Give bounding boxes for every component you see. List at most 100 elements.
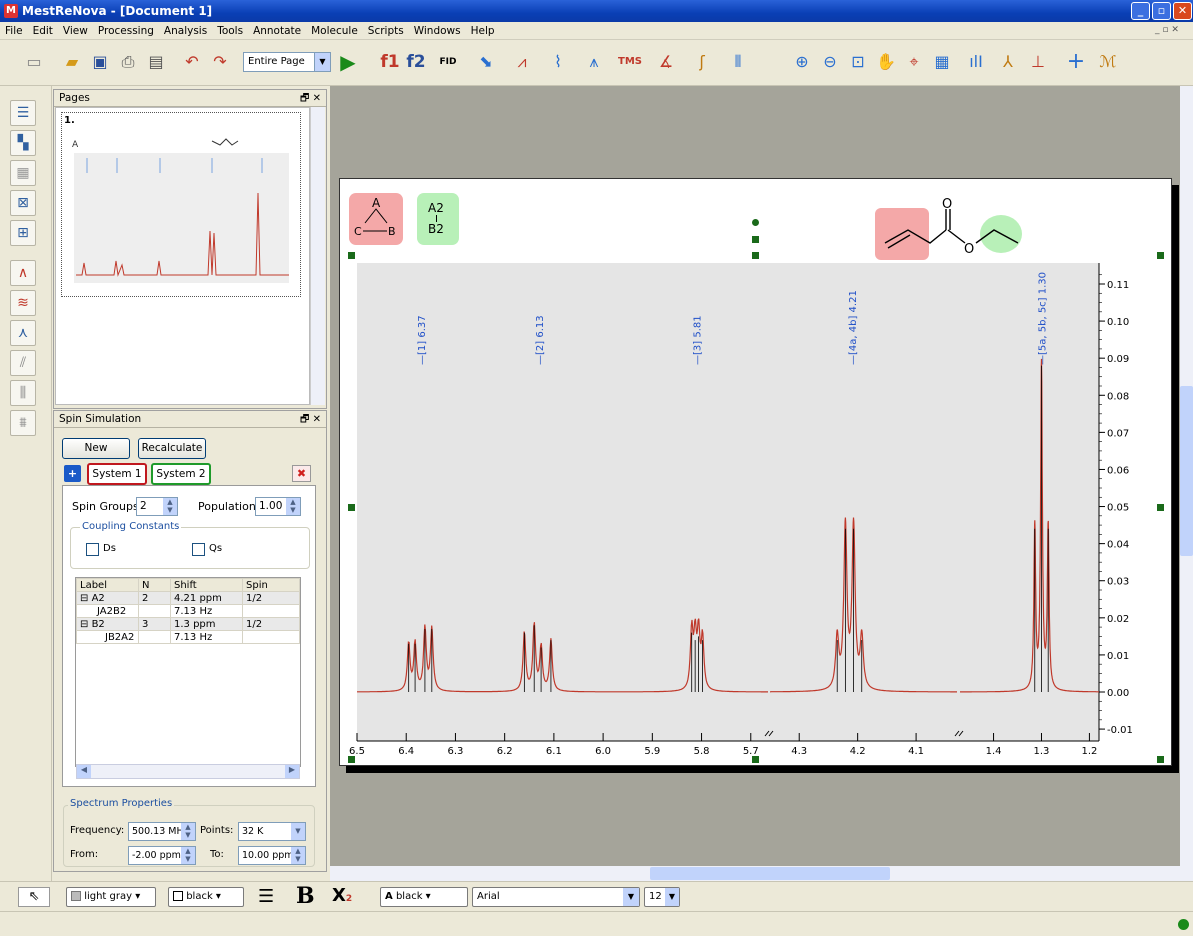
integrate-icon[interactable]: ʃ — [690, 50, 714, 74]
menu-edit[interactable]: Edit — [28, 22, 58, 37]
system-1-badge[interactable]: A C B — [349, 193, 403, 245]
text-color-select[interactable]: A black ▾ — [380, 887, 468, 907]
open-folder-icon[interactable]: ▰ — [60, 50, 84, 74]
workspace-horizontal-scrollbar[interactable] — [330, 866, 1193, 881]
stepper-arrows-icon[interactable]: ▲ ▼ — [291, 847, 305, 864]
panel-float-close-icon[interactable]: 🗗 ✕ — [300, 412, 321, 429]
minimize-button[interactable]: _ — [1131, 2, 1150, 20]
menu-analysis[interactable]: Analysis — [159, 22, 212, 37]
scroll-thumb[interactable] — [1180, 386, 1193, 556]
close-button[interactable]: ✕ — [1173, 2, 1192, 20]
play-icon[interactable]: ▶ — [336, 50, 360, 74]
pages-vertical-scrollbar[interactable] — [310, 107, 325, 405]
arrayed-icon[interactable]: ⫼ — [10, 380, 36, 406]
mdi-controls[interactable]: _ ▫ ✕ — [1155, 25, 1179, 35]
chevron-down-icon[interactable]: ▼ — [291, 823, 305, 840]
cut-icon[interactable]: ⊥ — [1026, 50, 1050, 74]
new-document-icon[interactable]: ▭ — [22, 50, 46, 74]
table-horizontal-scrollbar[interactable]: ◀ ▶ — [76, 764, 300, 779]
collapse-icon[interactable]: ⊟ — [80, 619, 92, 630]
pan-icon[interactable]: ✋ — [874, 50, 898, 74]
chevron-down-icon[interactable]: ▼ — [665, 888, 679, 906]
layout-icon[interactable]: ▚ — [10, 130, 36, 156]
baseline-icon[interactable]: ⩘ — [510, 50, 534, 74]
column-header-spin[interactable]: Spin — [242, 578, 300, 592]
pointer-icon[interactable]: ⇖ — [18, 887, 50, 907]
save-icon[interactable]: ▣ — [88, 50, 112, 74]
spin-groups-stepper[interactable]: 2 ▲ ▼ — [136, 497, 178, 516]
table-row[interactable]: JA2B2 7.13 Hz — [76, 604, 300, 618]
f2-button[interactable]: f2 — [404, 50, 428, 74]
scroll-right-icon[interactable]: ▶ — [285, 765, 299, 778]
apodization-icon[interactable]: ⌇ — [546, 50, 570, 74]
nmr-spectrum-chart[interactable]: 0.11 0.10 0.09 0.08 0.07 0.06 0.05 0.04 0.03 0.02… — [340, 255, 1160, 765]
to-stepper[interactable]: 10.00 ppm ▲ ▼ — [238, 846, 306, 865]
spin-sim-icon[interactable]: ℳ — [1096, 50, 1120, 74]
panel-float-close-icon[interactable]: 🗗 ✕ — [300, 91, 321, 108]
menu-annotate[interactable]: Annotate — [248, 22, 306, 37]
delete-system-icon[interactable]: ✖ — [292, 465, 311, 482]
stepper-arrows-icon[interactable]: ▲ ▼ — [163, 498, 177, 515]
menu-windows[interactable]: Windows — [409, 22, 466, 37]
table-row[interactable]: ⊟ A2 2 4.21 ppm 1/2 — [76, 591, 300, 605]
maximize-button[interactable]: ▫ — [1152, 2, 1171, 20]
menu-molecule[interactable]: Molecule — [306, 22, 363, 37]
column-header-shift[interactable]: Shift — [170, 578, 243, 592]
add-system-icon[interactable]: + — [64, 465, 81, 482]
zoom-out-icon[interactable]: ⊖ — [818, 50, 842, 74]
redo-icon[interactable]: ↷ — [208, 50, 232, 74]
stepper-arrows-icon[interactable]: ▲ ▼ — [286, 498, 300, 515]
chevron-down-icon[interactable]: ▼ — [623, 888, 639, 906]
grid-icon[interactable]: ▦ — [10, 160, 36, 186]
table-row[interactable]: JB2A2 7.13 Hz — [76, 630, 300, 644]
peak-pick-icon[interactable]: ⫴ — [726, 50, 750, 74]
bold-button[interactable]: B — [296, 883, 315, 909]
line-color-select[interactable]: black ▾ — [168, 887, 244, 907]
crosshair-icon[interactable]: + — [1064, 50, 1088, 74]
resize-handle[interactable] — [752, 236, 759, 243]
menu-help[interactable]: Help — [466, 22, 500, 37]
menu-file[interactable]: File — [0, 22, 28, 37]
zoom-in-icon[interactable]: ⊕ — [790, 50, 814, 74]
stepper-arrows-icon[interactable]: ▲ ▼ — [181, 847, 195, 864]
menu-view[interactable]: View — [58, 22, 93, 37]
print-icon[interactable]: ⎙ — [116, 50, 140, 74]
column-header-label[interactable]: Label — [76, 578, 139, 592]
collapse-icon[interactable]: ⊟ — [80, 593, 92, 604]
image-icon[interactable]: ⊠ — [10, 190, 36, 216]
select-icon[interactable]: ⌖ — [902, 50, 926, 74]
page-zoom-select[interactable]: Entire Page ▼ — [243, 52, 331, 72]
tms-button[interactable]: TMS — [618, 50, 642, 74]
fid-button[interactable]: FID — [436, 50, 460, 74]
scroll-thumb[interactable] — [650, 867, 890, 880]
chevron-down-icon[interactable]: ▼ — [314, 53, 330, 71]
table-icon[interactable]: ⊞ — [10, 220, 36, 246]
menu-scripts[interactable]: Scripts — [363, 22, 409, 37]
stacked-spectrum-icon[interactable]: ≋ — [10, 290, 36, 316]
tab-system-1[interactable]: System 1 — [87, 463, 147, 485]
qs-checkbox[interactable] — [192, 543, 205, 556]
font-size-select[interactable]: 12 ▼ — [644, 887, 680, 907]
stack-icon[interactable]: ılI — [964, 50, 988, 74]
points-select[interactable]: 32 K ▼ — [238, 822, 306, 841]
workspace-vertical-scrollbar[interactable] — [1180, 86, 1193, 866]
fill-color-select[interactable]: light gray ▾ — [66, 887, 156, 907]
fit-icon[interactable]: ⊡ — [846, 50, 870, 74]
column-header-n[interactable]: N — [138, 578, 171, 592]
subscript-button[interactable]: X2 — [332, 885, 352, 906]
menu-processing[interactable]: Processing — [93, 22, 159, 37]
full-view-icon[interactable]: ▦ — [930, 50, 954, 74]
superimpose-icon[interactable]: ⩩ — [10, 410, 36, 436]
menu-tools[interactable]: Tools — [212, 22, 248, 37]
table-row[interactable]: ⊟ B2 3 1.3 ppm 1/2 — [76, 617, 300, 631]
series-icon[interactable]: ⫽ — [10, 350, 36, 376]
align-left-icon[interactable]: ☰ — [258, 886, 274, 907]
font-select[interactable]: Arial ▼ — [472, 887, 640, 907]
system-2-badge[interactable]: A2 B2 — [417, 193, 459, 245]
list-icon[interactable]: ☰ — [10, 100, 36, 126]
new-button[interactable]: New — [62, 438, 130, 459]
population-stepper[interactable]: 1.00 ▲ ▼ — [255, 497, 301, 516]
print-preview-icon[interactable]: ▤ — [144, 50, 168, 74]
scroll-left-icon[interactable]: ◀ — [77, 765, 91, 778]
ds-checkbox[interactable] — [86, 543, 99, 556]
